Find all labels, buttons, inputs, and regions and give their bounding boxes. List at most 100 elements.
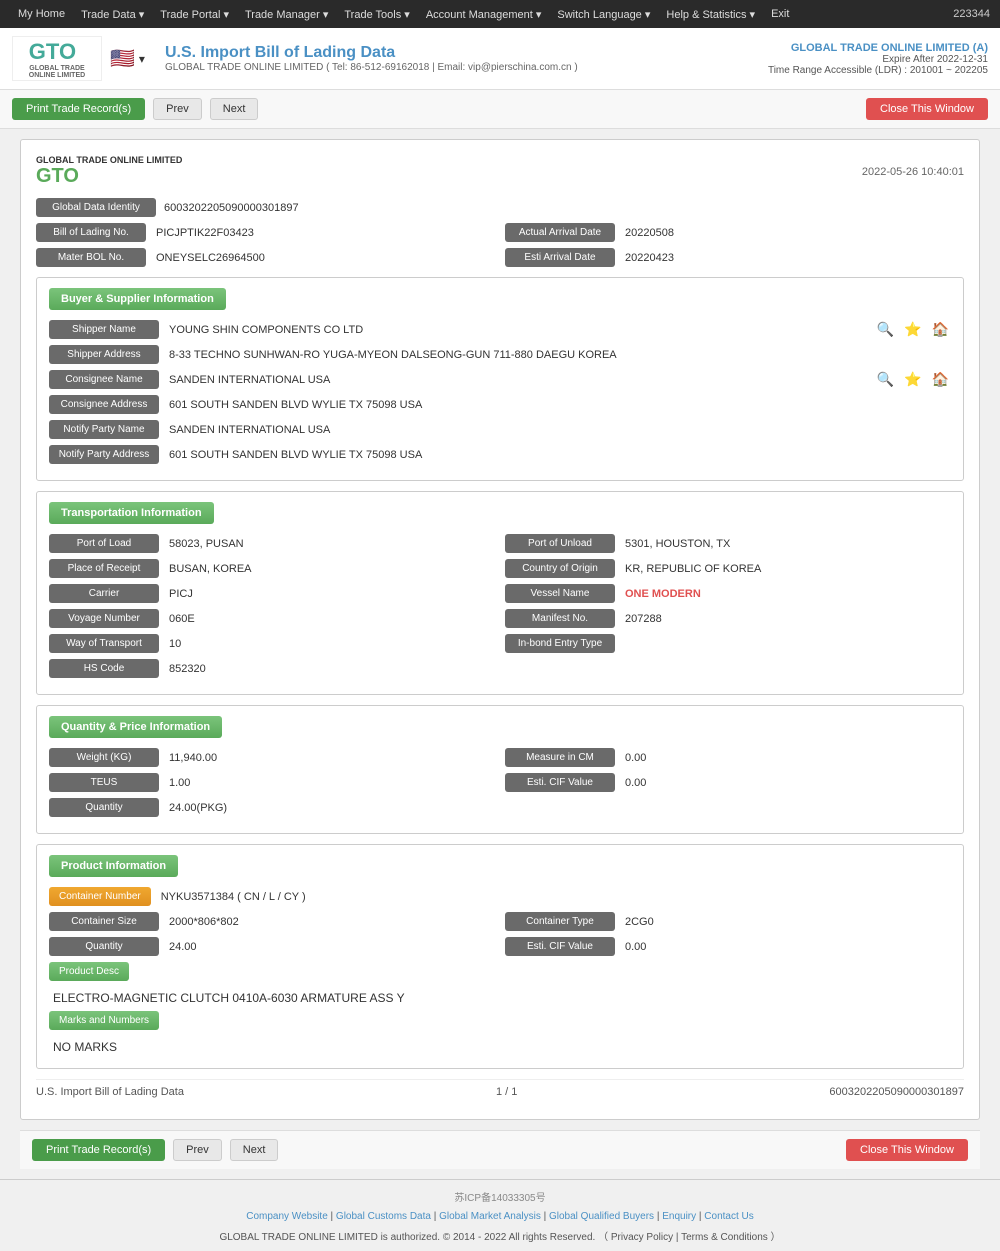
footer-link-company[interactable]: Company Website — [246, 1211, 328, 1222]
way-of-transport-label: Way of Transport — [49, 634, 159, 653]
port-unload-col: Port of Unload 5301, HOUSTON, TX — [505, 534, 951, 553]
vessel-name-label: Vessel Name — [505, 584, 615, 603]
consignee-address-label: Consignee Address — [49, 395, 159, 414]
product-desc-button[interactable]: Product Desc — [49, 962, 129, 981]
container-number-button[interactable]: Container Number — [49, 887, 151, 906]
container-type-col: Container Type 2CG0 — [505, 912, 951, 931]
prev-button-bottom[interactable]: Prev — [173, 1139, 222, 1161]
weight-value: 11,940.00 — [165, 750, 495, 766]
next-button-top[interactable]: Next — [210, 98, 259, 120]
nav-trade-tools[interactable]: Trade Tools ▾ — [336, 8, 417, 21]
port-of-unload-value: 5301, HOUSTON, TX — [621, 536, 951, 552]
consignee-name-value: SANDEN INTERNATIONAL USA — [165, 372, 869, 388]
esti-arrival-value: 20220423 — [621, 250, 964, 266]
global-data-identity-row: Global Data Identity 6003202205090000301… — [36, 198, 964, 217]
nav-trade-portal[interactable]: Trade Portal ▾ — [152, 8, 237, 21]
carrier-col: Carrier PICJ — [49, 584, 495, 603]
footer-link-market[interactable]: Global Market Analysis — [439, 1211, 541, 1222]
product-header: Product Information — [49, 855, 178, 877]
global-data-identity-label: Global Data Identity — [36, 198, 156, 217]
receipt-country-row: Place of Receipt BUSAN, KOREA Country of… — [49, 559, 951, 578]
account-info: GLOBAL TRADE ONLINE LIMITED (A) Expire A… — [768, 42, 988, 76]
master-bol-label: Mater BOL No. — [36, 248, 146, 267]
hs-code-value: 852320 — [165, 661, 951, 677]
timestamp: 2022-05-26 10:40:01 — [862, 166, 964, 178]
footer-link-buyers[interactable]: Global Qualified Buyers — [549, 1211, 654, 1222]
footer-link-customs[interactable]: Global Customs Data — [336, 1211, 431, 1222]
nav-trade-data[interactable]: Trade Data ▾ — [73, 8, 152, 21]
qp-quantity-value: 24.00(PKG) — [165, 800, 951, 816]
consignee-star-icon[interactable]: ⭐ — [902, 371, 923, 388]
in-bond-entry-value — [621, 642, 951, 646]
notify-name-row: Notify Party Name SANDEN INTERNATIONAL U… — [49, 420, 951, 439]
container-size-label: Container Size — [49, 912, 159, 931]
toolbar-bottom: Print Trade Record(s) Prev Next Close Th… — [20, 1130, 980, 1169]
actual-arrival-label: Actual Arrival Date — [505, 223, 615, 242]
shipper-search-icon[interactable]: 🔍 — [875, 321, 896, 338]
teus-col: TEUS 1.00 — [49, 773, 495, 792]
marks-value: NO MARKS — [49, 1036, 951, 1058]
place-of-receipt-label: Place of Receipt — [49, 559, 159, 578]
global-data-identity-value: 6003202205090000301897 — [164, 202, 299, 214]
hs-code-row: HS Code 852320 — [49, 659, 951, 678]
shipper-star-icon[interactable]: ⭐ — [902, 321, 923, 338]
page-pagination: 1 / 1 — [496, 1086, 517, 1098]
container-size-type-row: Container Size 2000*806*802 Container Ty… — [49, 912, 951, 931]
transportation-header: Transportation Information — [49, 502, 214, 524]
page-subtitle: GLOBAL TRADE ONLINE LIMITED ( Tel: 86-51… — [165, 62, 768, 73]
actual-arrival-col: Actual Arrival Date 20220508 — [505, 223, 964, 242]
flag-selector[interactable]: 🇺🇸 ▾ — [110, 46, 145, 71]
carrier-label: Carrier — [49, 584, 159, 603]
voyage-col: Voyage Number 060E — [49, 609, 495, 628]
nav-help-statistics[interactable]: Help & Statistics ▾ — [658, 8, 763, 21]
consignee-search-icon[interactable]: 🔍 — [875, 371, 896, 388]
bol-arrival-row: Bill of Lading No. PICJPTIK22F03423 Actu… — [36, 223, 964, 242]
record-card: GLOBAL TRADE ONLINE LIMITED GTO 2022-05-… — [20, 139, 980, 1120]
teus-value: 1.00 — [165, 775, 495, 791]
nav-switch-language[interactable]: Switch Language ▾ — [549, 8, 658, 21]
nav-account-management[interactable]: Account Management ▾ — [418, 8, 550, 21]
time-range: Time Range Accessible (LDR) : 201001 ~ 2… — [768, 65, 988, 76]
consignee-name-row: Consignee Name SANDEN INTERNATIONAL USA … — [49, 370, 951, 389]
way-transport-col: Way of Transport 10 — [49, 634, 495, 653]
flag-icon: 🇺🇸 — [110, 46, 135, 71]
consignee-home-icon[interactable]: 🏠 — [930, 371, 951, 388]
nav-exit[interactable]: Exit — [763, 8, 797, 20]
weight-measure-row: Weight (KG) 11,940.00 Measure in CM 0.00 — [49, 748, 951, 767]
notify-party-name-label: Notify Party Name — [49, 420, 159, 439]
measure-col: Measure in CM 0.00 — [505, 748, 951, 767]
teus-cif-row: TEUS 1.00 Esti. CIF Value 0.00 — [49, 773, 951, 792]
quantity-price-section: Quantity & Price Information Weight (KG)… — [36, 705, 964, 834]
prev-button-top[interactable]: Prev — [153, 98, 202, 120]
nav-trade-manager[interactable]: Trade Manager ▾ — [237, 8, 336, 21]
page-title: U.S. Import Bill of Lading Data — [165, 44, 768, 62]
transport-inbond-row: Way of Transport 10 In-bond Entry Type — [49, 634, 951, 653]
close-button-bottom[interactable]: Close This Window — [846, 1139, 968, 1161]
logo: GTO GLOBAL TRADEONLINE LIMITED — [12, 36, 102, 81]
notify-party-address-label: Notify Party Address — [49, 445, 159, 464]
shipper-address-label: Shipper Address — [49, 345, 159, 364]
shipper-home-icon[interactable]: 🏠 — [930, 321, 951, 338]
print-button-top[interactable]: Print Trade Record(s) — [12, 98, 145, 120]
next-button-bottom[interactable]: Next — [230, 1139, 279, 1161]
marks-button[interactable]: Marks and Numbers — [49, 1011, 159, 1030]
esti-cif-col: Esti. CIF Value 0.00 — [505, 773, 951, 792]
prod-qty-col: Quantity 24.00 — [49, 937, 495, 956]
port-of-load-label: Port of Load — [49, 534, 159, 553]
footer-link-contact[interactable]: Contact Us — [704, 1211, 753, 1222]
container-type-label: Container Type — [505, 912, 615, 931]
esti-cif-label: Esti. CIF Value — [505, 773, 615, 792]
inbond-col: In-bond Entry Type — [505, 634, 951, 653]
print-button-bottom[interactable]: Print Trade Record(s) — [32, 1139, 165, 1161]
footer: 苏ICP备14033305号 Company Website | Global … — [0, 1179, 1000, 1251]
close-button-top[interactable]: Close This Window — [866, 98, 988, 120]
mbol-esti-row: Mater BOL No. ONEYSELC26964500 Esti Arri… — [36, 248, 964, 267]
actual-arrival-value: 20220508 — [621, 225, 964, 241]
shipper-name-row: Shipper Name YOUNG SHIN COMPONENTS CO LT… — [49, 320, 951, 339]
company-name: GLOBAL TRADE ONLINE LIMITED (A) — [768, 42, 988, 54]
nav-my-home[interactable]: My Home — [10, 8, 73, 20]
prod-quantity-label: Quantity — [49, 937, 159, 956]
logo-area: GTO GLOBAL TRADEONLINE LIMITED 🇺🇸 ▾ — [12, 36, 145, 81]
page-header: GTO GLOBAL TRADEONLINE LIMITED 🇺🇸 ▾ U.S.… — [0, 28, 1000, 90]
footer-link-enquiry[interactable]: Enquiry — [662, 1211, 696, 1222]
